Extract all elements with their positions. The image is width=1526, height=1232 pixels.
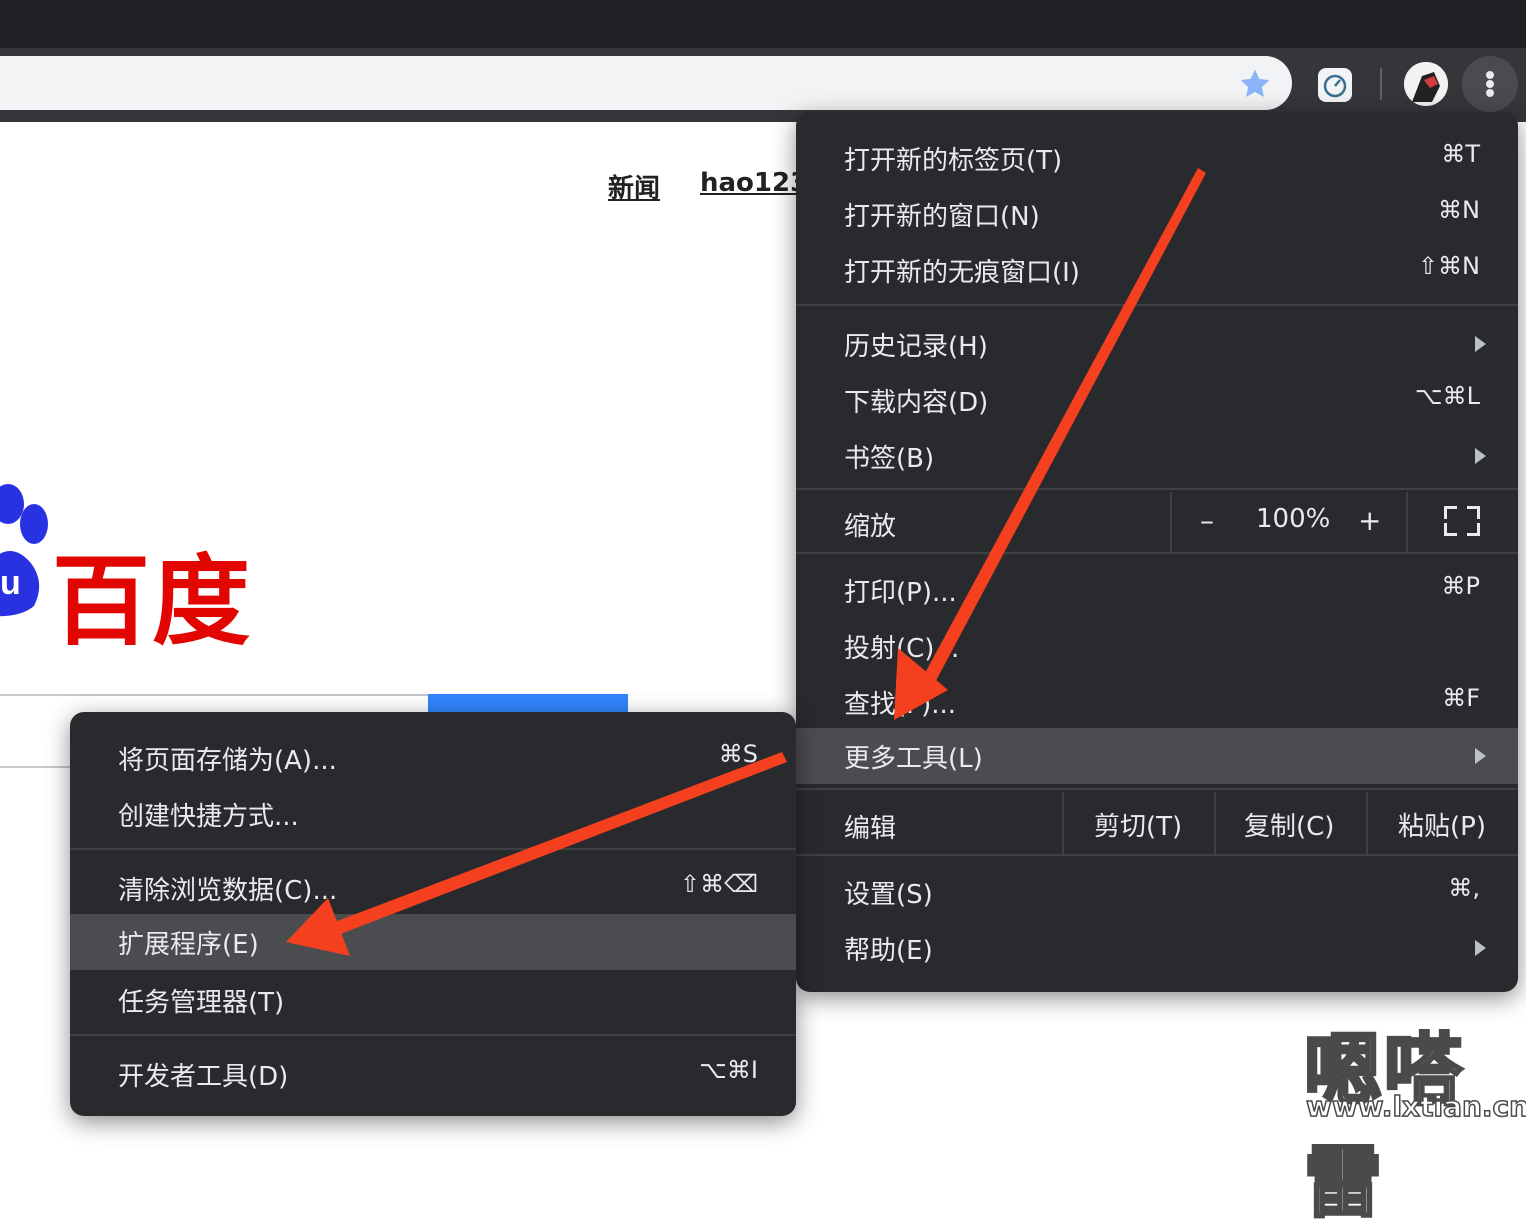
menu-item-downloads[interactable]: 下载内容(D) ⌥⌘L bbox=[796, 372, 1518, 428]
menu-item-label: 书签(B) bbox=[844, 444, 935, 474]
zoom-divider bbox=[1170, 492, 1172, 552]
dot-icon bbox=[1486, 89, 1494, 97]
nav-link-hao123[interactable]: hao123 bbox=[700, 168, 808, 198]
menu-item-label: 任务管理器(T) bbox=[118, 988, 285, 1018]
more-menu-button[interactable] bbox=[1462, 56, 1518, 112]
menu-item-label: 设置(S) bbox=[844, 880, 933, 910]
menu-item-extensions[interactable]: 扩展程序(E) bbox=[70, 914, 796, 970]
menu-item-shortcut: ⌥⌘L bbox=[1414, 382, 1480, 410]
baidu-logo-text: 百度 bbox=[52, 545, 253, 659]
profile-avatar[interactable] bbox=[1404, 62, 1448, 106]
menu-item-label: 投射(C)... bbox=[844, 634, 960, 664]
menu-item-label: 打开新的窗口(N) bbox=[844, 202, 1040, 232]
menu-item-new-window[interactable]: 打开新的窗口(N) ⌘N bbox=[796, 186, 1518, 242]
menu-separator bbox=[796, 304, 1518, 306]
menu-row-edit: 编辑 剪切(T) 复制(C) 粘贴(P) bbox=[796, 792, 1518, 854]
copy-button[interactable]: 复制(C) bbox=[1244, 806, 1334, 843]
submenu-arrow-icon bbox=[1475, 448, 1486, 464]
menu-item-history[interactable]: 历史记录(H) bbox=[796, 316, 1518, 372]
menu-item-shortcut: ⌘, bbox=[1448, 874, 1480, 902]
chrome-main-menu: 打开新的标签页(T) ⌘T 打开新的窗口(N) ⌘N 打开新的无痕窗口(I) ⇧… bbox=[796, 112, 1518, 992]
menu-item-create-shortcut[interactable]: 创建快捷方式... bbox=[70, 786, 796, 842]
menu-item-label: 清除浏览数据(C)... bbox=[118, 876, 338, 906]
edit-divider bbox=[1214, 792, 1216, 854]
menu-item-label: 帮助(E) bbox=[844, 936, 933, 966]
zoom-divider bbox=[1406, 492, 1408, 552]
menu-separator bbox=[70, 1034, 796, 1036]
zoom-level: 100% bbox=[1256, 504, 1331, 534]
watermark-url: www.lxtian.cn bbox=[1305, 1089, 1526, 1124]
menu-separator bbox=[796, 854, 1518, 856]
speed-extension-icon[interactable] bbox=[1318, 68, 1352, 102]
menu-item-label: 更多工具(L) bbox=[844, 744, 983, 774]
menu-item-shortcut: ⌘S bbox=[718, 740, 758, 768]
menu-item-shortcut: ⌘N bbox=[1438, 196, 1480, 224]
address-bar[interactable] bbox=[0, 56, 1292, 110]
menu-item-shortcut: ⌘F bbox=[1442, 684, 1480, 712]
edit-divider bbox=[1062, 792, 1064, 854]
bookmark-star-icon[interactable] bbox=[1237, 66, 1273, 102]
menu-item-label: 打印(P)... bbox=[844, 578, 957, 608]
menu-item-settings[interactable]: 设置(S) ⌘, bbox=[796, 864, 1518, 920]
dot-icon bbox=[1486, 80, 1494, 88]
edit-divider bbox=[1366, 792, 1368, 854]
svg-text:u: u bbox=[0, 564, 21, 602]
cut-button[interactable]: 剪切(T) bbox=[1094, 806, 1182, 843]
menu-item-label: 下载内容(D) bbox=[844, 388, 989, 418]
menu-item-more-tools[interactable]: 更多工具(L) bbox=[796, 728, 1518, 784]
baidu-paw-icon: u bbox=[0, 484, 48, 617]
menu-item-cast[interactable]: 投射(C)... bbox=[796, 618, 1518, 674]
menu-separator bbox=[796, 488, 1518, 490]
menu-item-clear-data[interactable]: 清除浏览数据(C)... ⇧⌘⌫ bbox=[70, 860, 796, 916]
menu-row-zoom: 缩放 – 100% + bbox=[796, 492, 1518, 552]
menu-separator bbox=[70, 848, 796, 850]
more-tools-submenu: 将页面存储为(A)... ⌘S 创建快捷方式... 清除浏览数据(C)... ⇧… bbox=[70, 712, 796, 1116]
toolbar-divider bbox=[1380, 68, 1382, 100]
menu-item-label: 扩展程序(E) bbox=[118, 930, 259, 960]
menu-item-label: 历史记录(H) bbox=[844, 332, 988, 362]
submenu-arrow-icon bbox=[1475, 748, 1486, 764]
submenu-arrow-icon bbox=[1475, 336, 1486, 352]
menu-item-save-page[interactable]: 将页面存储为(A)... ⌘S bbox=[70, 730, 796, 786]
menu-item-label: 查找(F)... bbox=[844, 690, 957, 720]
menu-item-task-manager[interactable]: 任务管理器(T) bbox=[70, 972, 796, 1028]
menu-item-shortcut: ⇧⌘N bbox=[1417, 252, 1480, 280]
menu-item-find[interactable]: 查找(F)... ⌘F bbox=[796, 674, 1518, 730]
dot-icon bbox=[1486, 71, 1494, 79]
menu-item-label: 开发者工具(D) bbox=[118, 1062, 289, 1092]
menu-item-label: 创建快捷方式... bbox=[118, 802, 299, 832]
menu-item-label: 打开新的标签页(T) bbox=[844, 146, 1063, 176]
menu-item-help[interactable]: 帮助(E) bbox=[796, 920, 1518, 976]
fullscreen-icon[interactable] bbox=[1444, 506, 1480, 536]
submenu-arrow-icon bbox=[1475, 940, 1486, 956]
zoom-in-button[interactable]: + bbox=[1358, 504, 1381, 537]
menu-separator bbox=[796, 788, 1518, 790]
menu-item-print[interactable]: 打印(P)... ⌘P bbox=[796, 562, 1518, 618]
zoom-out-button[interactable]: – bbox=[1200, 504, 1214, 537]
menu-item-shortcut: ⌘T bbox=[1441, 140, 1480, 168]
menu-item-new-tab[interactable]: 打开新的标签页(T) ⌘T bbox=[796, 130, 1518, 186]
menu-item-new-incognito[interactable]: 打开新的无痕窗口(I) ⇧⌘N bbox=[796, 242, 1518, 298]
title-bar bbox=[0, 0, 1526, 48]
menu-item-shortcut: ⌘P bbox=[1441, 572, 1480, 600]
menu-item-bookmarks[interactable]: 书签(B) bbox=[796, 428, 1518, 484]
menu-item-shortcut: ⌥⌘I bbox=[699, 1056, 758, 1084]
menu-item-devtools[interactable]: 开发者工具(D) ⌥⌘I bbox=[70, 1046, 796, 1102]
nav-link-news[interactable]: 新闻 bbox=[608, 168, 660, 205]
menu-item-label: 将页面存储为(A)... bbox=[118, 746, 337, 776]
menu-item-shortcut: ⇧⌘⌫ bbox=[679, 870, 758, 898]
menu-separator bbox=[796, 552, 1518, 554]
menu-item-label: 打开新的无痕窗口(I) bbox=[844, 258, 1080, 288]
zoom-label: 缩放 bbox=[844, 512, 897, 542]
paste-button[interactable]: 粘贴(P) bbox=[1398, 806, 1486, 843]
edit-label: 编辑 bbox=[844, 814, 897, 844]
